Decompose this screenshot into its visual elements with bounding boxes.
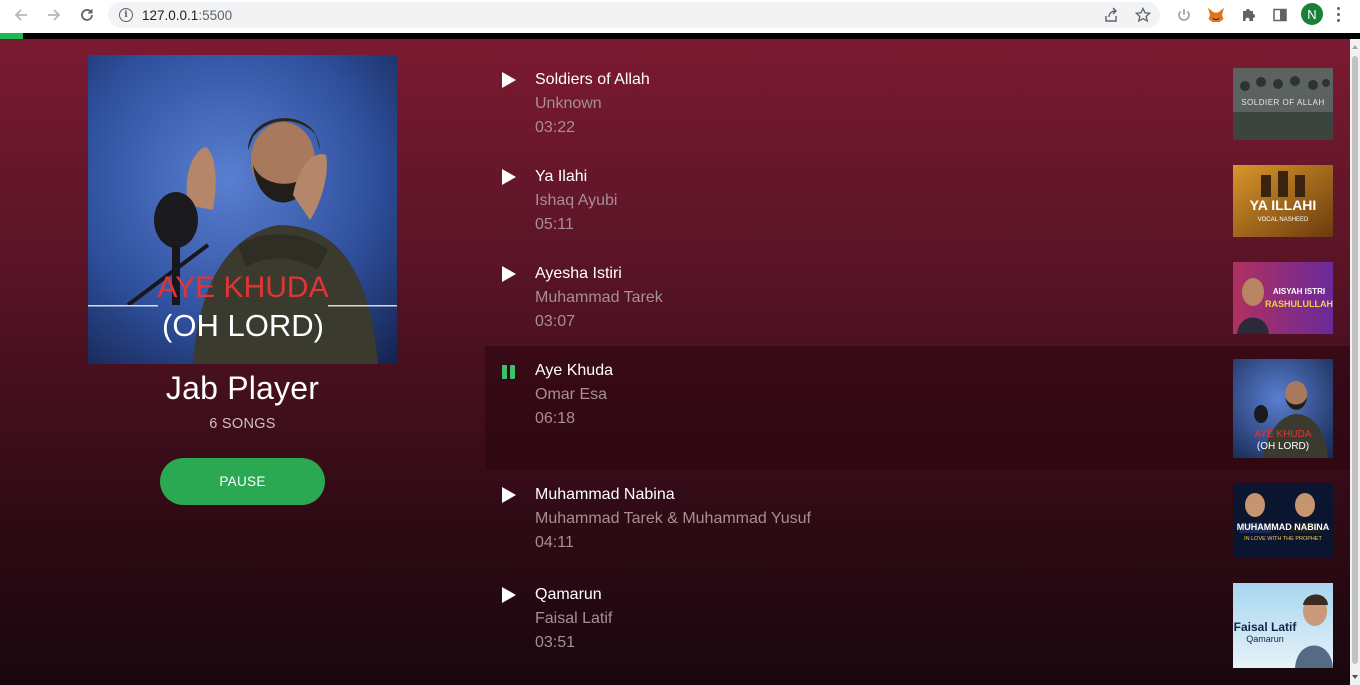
song-artist: Omar Esa (535, 386, 608, 403)
puzzle-extensions-icon[interactable] (1238, 5, 1258, 25)
back-arrow-icon[interactable] (10, 4, 32, 26)
play-icon[interactable] (501, 169, 517, 185)
song-thumbnail: AISYAH ISTRI RASHULULLAH (1233, 262, 1333, 334)
song-row[interactable]: Muhammad Nabina Muhammad Tarek & Muhamma… (485, 470, 1350, 570)
pause-button[interactable]: PAUSE (160, 458, 325, 505)
player-app: AYE KHUDA (OH LORD) Jab Player 6 SONGS P… (0, 39, 1350, 685)
thumb-text: SOLDIER OF ALLAH (1241, 98, 1325, 107)
thumb-text: AYE KHUDA (1254, 429, 1311, 440)
play-icon[interactable] (501, 72, 517, 88)
song-title: Soldiers of Allah (535, 71, 650, 88)
song-row[interactable]: Ya Ilahi Ishaq Ayubi 05:11 YA ILLAHI VOC… (485, 152, 1350, 249)
thumb-subtext: IN LOVE WITH THE PROPHET (1244, 536, 1322, 542)
song-row-active[interactable]: Aye Khuda Omar Esa 06:18 AYE KHUDA (OH L… (485, 346, 1350, 470)
song-artist: Faisal Latif (535, 610, 613, 627)
browser-toolbar: i 127.0.0.1:5500 N (0, 0, 1360, 33)
album-cover: AYE KHUDA (OH LORD) (88, 55, 397, 364)
song-duration: 03:51 (535, 634, 576, 651)
song-thumbnail: YA ILLAHI VOCAL NASHEED (1233, 165, 1333, 237)
song-title: Ya Ilahi (535, 168, 588, 185)
pause-icon[interactable] (501, 364, 517, 380)
share-icon[interactable] (1102, 6, 1120, 24)
play-icon[interactable] (501, 587, 517, 603)
song-count: 6 SONGS (209, 416, 276, 432)
reload-icon[interactable] (76, 4, 98, 26)
song-thumbnail: SOLDIER OF ALLAH (1233, 68, 1333, 140)
scroll-down-icon[interactable] (1352, 675, 1358, 679)
url-text[interactable]: 127.0.0.1:5500 (142, 8, 232, 23)
thumb-subtext: Qamarun (1246, 634, 1284, 644)
power-icon[interactable] (1174, 5, 1194, 25)
song-duration: 03:22 (535, 119, 576, 136)
song-artist: Unknown (535, 95, 602, 112)
kebab-menu-icon[interactable] (1337, 7, 1341, 22)
song-duration: 06:18 (535, 410, 576, 427)
bookmark-star-icon[interactable] (1134, 6, 1152, 24)
thumb-subtext: (OH LORD) (1257, 441, 1309, 452)
song-row[interactable]: Soldiers of Allah Unknown 03:22 SOLDIER … (485, 55, 1350, 152)
song-row[interactable]: Ayesha Istiri Muhammad Tarek 03:07 AISYA… (485, 249, 1350, 346)
song-artist: Ishaq Ayubi (535, 192, 618, 209)
song-title: Muhammad Nabina (535, 486, 675, 503)
play-icon[interactable] (501, 266, 517, 282)
thumb-subtext: VOCAL NASHEED (1258, 217, 1309, 223)
cover-title-line2: (OH LORD) (162, 308, 324, 343)
thumb-text: MUHAMMAD NABINA (1237, 522, 1330, 532)
forward-arrow-icon[interactable] (43, 4, 65, 26)
song-title: Aye Khuda (535, 362, 613, 379)
song-duration: 04:11 (535, 534, 574, 551)
song-duration: 05:11 (535, 216, 574, 233)
song-title: Ayesha Istiri (535, 265, 622, 282)
song-thumbnail: AYE KHUDA (OH LORD) (1233, 359, 1333, 458)
song-duration: 03:07 (535, 313, 576, 330)
thumb-subtext: RASHULULLAH (1265, 299, 1333, 309)
address-bar[interactable]: i 127.0.0.1:5500 (108, 2, 1160, 28)
song-thumbnail: MUHAMMAD NABINA IN LOVE WITH THE PROPHET (1233, 483, 1333, 557)
song-artist: Muhammad Tarek & Muhammad Yusuf (535, 510, 811, 527)
song-artist: Muhammad Tarek (535, 289, 663, 306)
metamask-fox-icon[interactable] (1206, 5, 1226, 25)
profile-avatar[interactable]: N (1301, 3, 1323, 25)
song-title: Qamarun (535, 586, 602, 603)
thumb-text: Faisal Latif (1234, 620, 1298, 634)
song-thumbnail: Faisal Latif Qamarun (1233, 583, 1333, 668)
page-scrollbar[interactable] (1350, 39, 1360, 685)
scrollbar-thumb[interactable] (1352, 56, 1358, 664)
scroll-up-icon[interactable] (1352, 45, 1358, 49)
info-icon[interactable]: i (119, 8, 133, 22)
song-row[interactable]: Qamarun Faisal Latif 03:51 Faisal Latif … (485, 570, 1350, 685)
cover-title-line1: AYE KHUDA (157, 271, 328, 304)
side-panel-icon[interactable] (1270, 5, 1290, 25)
profile-initial: N (1307, 6, 1317, 22)
thumb-text: YA ILLAHI (1250, 197, 1317, 213)
play-icon[interactable] (501, 487, 517, 503)
player-title: Jab Player (165, 370, 320, 406)
thumb-text: AISYAH ISTRI (1273, 287, 1325, 296)
